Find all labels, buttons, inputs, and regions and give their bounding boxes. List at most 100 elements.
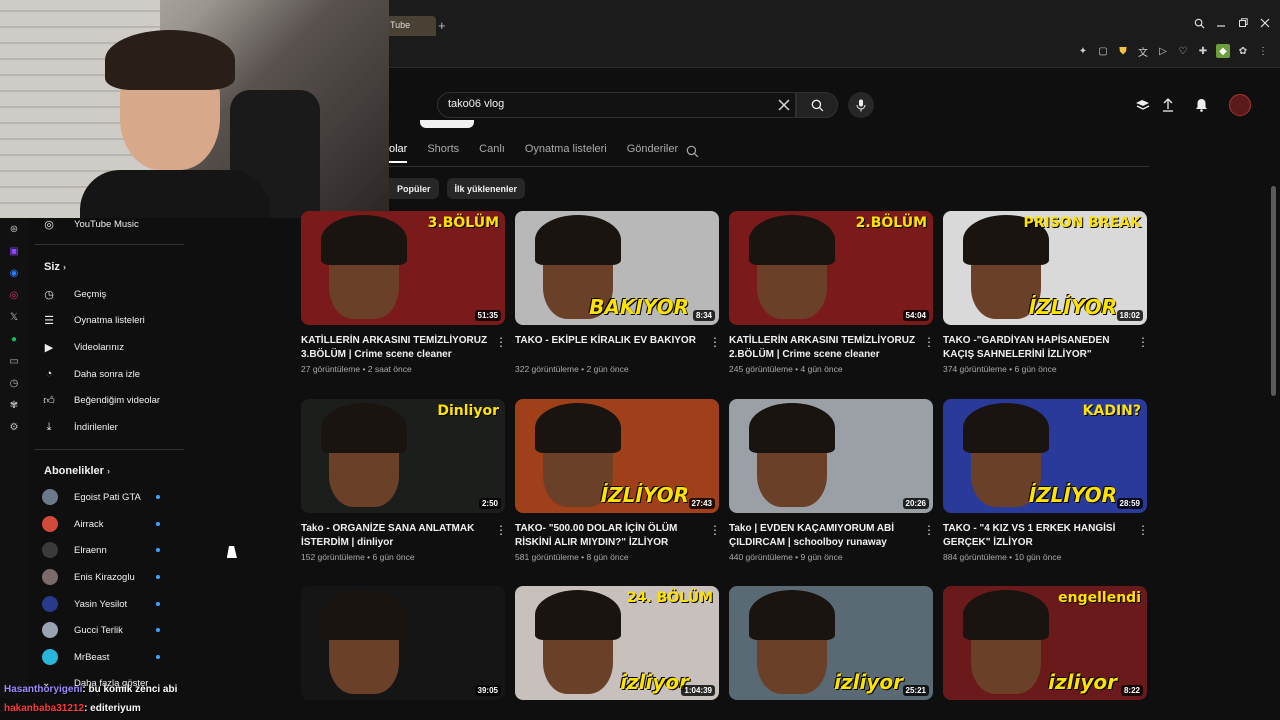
video-card[interactable]: Dinliyor 2:50 Tako - ORGANİZE SANA ANLATMA… [301, 399, 507, 562]
sidebar-heading-you[interactable]: Siz › [44, 261, 66, 273]
clear-search-icon[interactable] [775, 96, 793, 114]
sidebar-item-your-videos[interactable]: ▶ Videolarınız [42, 337, 124, 357]
subscription-yasin-yesilot[interactable]: Yasin Yesilot [42, 594, 162, 614]
history-icon[interactable]: ◷ [0, 372, 28, 394]
video-card[interactable]: engellendi izliyor 8:22 [943, 586, 1147, 700]
video-thumbnail[interactable]: 24. BÖLÜM izliyor 1:04:39 [515, 586, 719, 700]
more-options-icon[interactable]: ⋮ [923, 335, 935, 349]
extension2-icon[interactable]: ✿ [1236, 44, 1250, 58]
video-title[interactable]: Tako | EVDEN KAÇAMIYORUM ABİ ÇILDIRCAM |… [729, 522, 919, 550]
account-avatar[interactable] [1229, 94, 1251, 116]
video-card[interactable]: 39:05 [301, 586, 505, 700]
sidebar-heading-subscriptions[interactable]: Abonelikler › [44, 465, 110, 477]
video-thumbnail[interactable]: KADIN? İZLİYOR 28:59 [943, 399, 1147, 513]
sidebar-item-watch-later[interactable]: ◔ Daha sonra izle [42, 364, 140, 384]
pin-icon[interactable]: ✦ [1076, 44, 1090, 58]
search-icon[interactable] [1192, 16, 1206, 30]
tab-playlists[interactable]: Oynatma listeleri [525, 143, 607, 163]
tab-live[interactable]: Canlı [479, 143, 505, 163]
video-thumbnail[interactable]: BAKIYOR 8:34 [515, 211, 719, 325]
video-title[interactable]: TAKO -"GARDİYAN HAPİSANEDEN KAÇIŞ SAHNEL… [943, 334, 1133, 362]
play-icon[interactable]: ▷ [1156, 44, 1170, 58]
sidebar-item-downloads[interactable]: ⤓ İndirilenler [42, 417, 118, 437]
instagram-icon[interactable]: ◎ [0, 284, 28, 306]
video-thumbnail[interactable]: PRISON BREAK İZLİYOR 18:02 [943, 211, 1147, 325]
video-thumbnail[interactable]: izliyor 25:21 [729, 586, 933, 700]
subscription-gucci-terlik[interactable]: Gucci Terlik [42, 620, 162, 640]
search-button[interactable] [796, 92, 838, 118]
subscription-airrack[interactable]: Airrack [42, 514, 162, 534]
new-tab-button[interactable]: + [438, 18, 450, 33]
video-card[interactable]: 20:26 Tako | EVDEN KAÇAMIYORUM ABİ ÇILDIR… [729, 399, 935, 562]
bell-icon[interactable] [1192, 96, 1210, 114]
channel-search-icon[interactable] [686, 145, 700, 159]
x-icon[interactable]: 𝕏 [0, 306, 28, 328]
video-title[interactable]: Tako - ORGANİZE SANA ANLATMAK İSTERDİM |… [301, 522, 491, 550]
subscribe-pill[interactable] [420, 120, 474, 128]
create-icon[interactable] [1133, 96, 1151, 114]
voice-search-button[interactable] [848, 92, 874, 118]
puzzle-icon[interactable]: ✚ [1196, 44, 1210, 58]
video-title[interactable]: KATİLLERİN ARKASINI TEMİZLİYORUZ 3.BÖLÜM… [301, 334, 491, 362]
menu-icon[interactable]: ⋮ [1256, 44, 1270, 58]
page-scrollbar[interactable] [1271, 186, 1276, 396]
sidebar-item-liked-videos[interactable]: 👍︎ Beğendiğim videolar [42, 390, 160, 410]
spotify-icon[interactable]: ● [0, 328, 28, 350]
video-thumbnail[interactable]: 3.BÖLÜM 51:35 [301, 211, 505, 325]
video-card[interactable]: izliyor 25:21 [729, 586, 933, 700]
more-options-icon[interactable]: ⋮ [1137, 523, 1149, 537]
video-card[interactable]: İZLİYOR 27:43 TAKO- "500.00 DOLAR İÇİN ÖLÜ… [515, 399, 721, 562]
twitch-icon[interactable]: ▣ [0, 240, 28, 262]
tab-videos[interactable]: olar [389, 143, 408, 163]
subscription-mrbeast[interactable]: MrBeast [42, 647, 162, 667]
tab-shorts[interactable]: Shorts [427, 143, 459, 163]
tab-posts[interactable]: Gönderiler [627, 143, 678, 163]
video-thumbnail[interactable]: İZLİYOR 27:43 [515, 399, 719, 513]
minimize-icon[interactable] [1214, 16, 1228, 30]
heart-icon[interactable]: ♡ [1176, 44, 1190, 58]
video-card[interactable]: PRISON BREAK İZLİYOR 18:02 TAKO -"GARDİYAN … [943, 211, 1149, 374]
more-options-icon[interactable]: ⋮ [709, 335, 721, 349]
more-options-icon[interactable]: ⋮ [923, 523, 935, 537]
more-options-icon[interactable]: ⋮ [495, 335, 507, 349]
video-thumbnail[interactable]: 2.BÖLÜM 54:04 [729, 211, 933, 325]
subscription-enis-kirazoglu[interactable]: Enis Kirazoglu [42, 567, 162, 587]
shield-icon[interactable]: ⛊ [1116, 44, 1130, 58]
video-thumbnail[interactable]: Dinliyor 2:50 [301, 399, 505, 513]
close-icon[interactable] [1258, 16, 1272, 30]
messenger-icon[interactable]: ◉ [0, 262, 28, 284]
more-options-icon[interactable]: ⋮ [1137, 335, 1149, 349]
search-input[interactable] [448, 98, 768, 110]
extension-icon[interactable]: ◆ [1216, 44, 1230, 58]
chip-popular[interactable]: Popüler [389, 178, 439, 199]
sidebar-item-history[interactable]: ◷ Geçmiş [42, 284, 106, 304]
translate-icon[interactable]: 文 [1136, 44, 1150, 59]
sidebar-item-playlists[interactable]: ☰ Oynatma listeleri [42, 310, 145, 330]
more-options-icon[interactable]: ⋮ [709, 523, 721, 537]
video-title[interactable]: KATİLLERİN ARKASINI TEMİZLİYORUZ 2.BÖLÜM… [729, 334, 919, 362]
more-options-icon[interactable]: ⋮ [495, 523, 507, 537]
sidebar-item-youtube-music[interactable]: ◎ YouTube Music [42, 214, 139, 234]
video-thumbnail[interactable]: engellendi izliyor 8:22 [943, 586, 1147, 700]
video-thumbnail[interactable]: 20:26 [729, 399, 933, 513]
video-title[interactable]: TAKO - EKİPLE KİRALIK EV BAKIYOR [515, 334, 705, 362]
chatgpt-icon[interactable]: ⊛ [0, 218, 28, 240]
extensions-icon[interactable]: ✾ [0, 394, 28, 416]
video-card[interactable]: 2.BÖLÜM 54:04 KATİLLERİN ARKASINI TEMİZLİY… [729, 211, 935, 374]
video-card[interactable]: BAKIYOR 8:34 TAKO - EKİPLE KİRALIK EV BAKI… [515, 211, 721, 374]
browser-tab[interactable]: Tube [384, 16, 436, 36]
video-card[interactable]: 3.BÖLÜM 51:35 KATİLLERİN ARKASINI TEMİZLİY… [301, 211, 507, 374]
video-thumbnail[interactable]: 39:05 [301, 586, 505, 700]
subscription-egoist-pati-gta[interactable]: Egoist Pati GTA [42, 487, 162, 507]
video-title[interactable]: TAKO - "4 KIZ VS 1 ERKEK HANGİSİ GERÇEK"… [943, 522, 1133, 550]
screenshot-icon[interactable]: ▢ [1096, 44, 1110, 58]
subscription-elraenn[interactable]: Elraenn [42, 540, 162, 560]
video-title[interactable]: TAKO- "500.00 DOLAR İÇİN ÖLÜM RİSKİNİ AL… [515, 522, 705, 550]
video-card[interactable]: 24. BÖLÜM izliyor 1:04:39 [515, 586, 719, 700]
settings-icon[interactable]: ⚙ [0, 416, 28, 438]
upload-icon[interactable] [1159, 96, 1177, 114]
chip-oldest[interactable]: İlk yüklenenler [446, 178, 526, 199]
video-card[interactable]: KADIN? İZLİYOR 28:59 TAKO - "4 KIZ VS 1 ERK… [943, 399, 1149, 562]
restore-icon[interactable] [1236, 16, 1250, 30]
player-icon[interactable]: ▭ [0, 350, 28, 372]
